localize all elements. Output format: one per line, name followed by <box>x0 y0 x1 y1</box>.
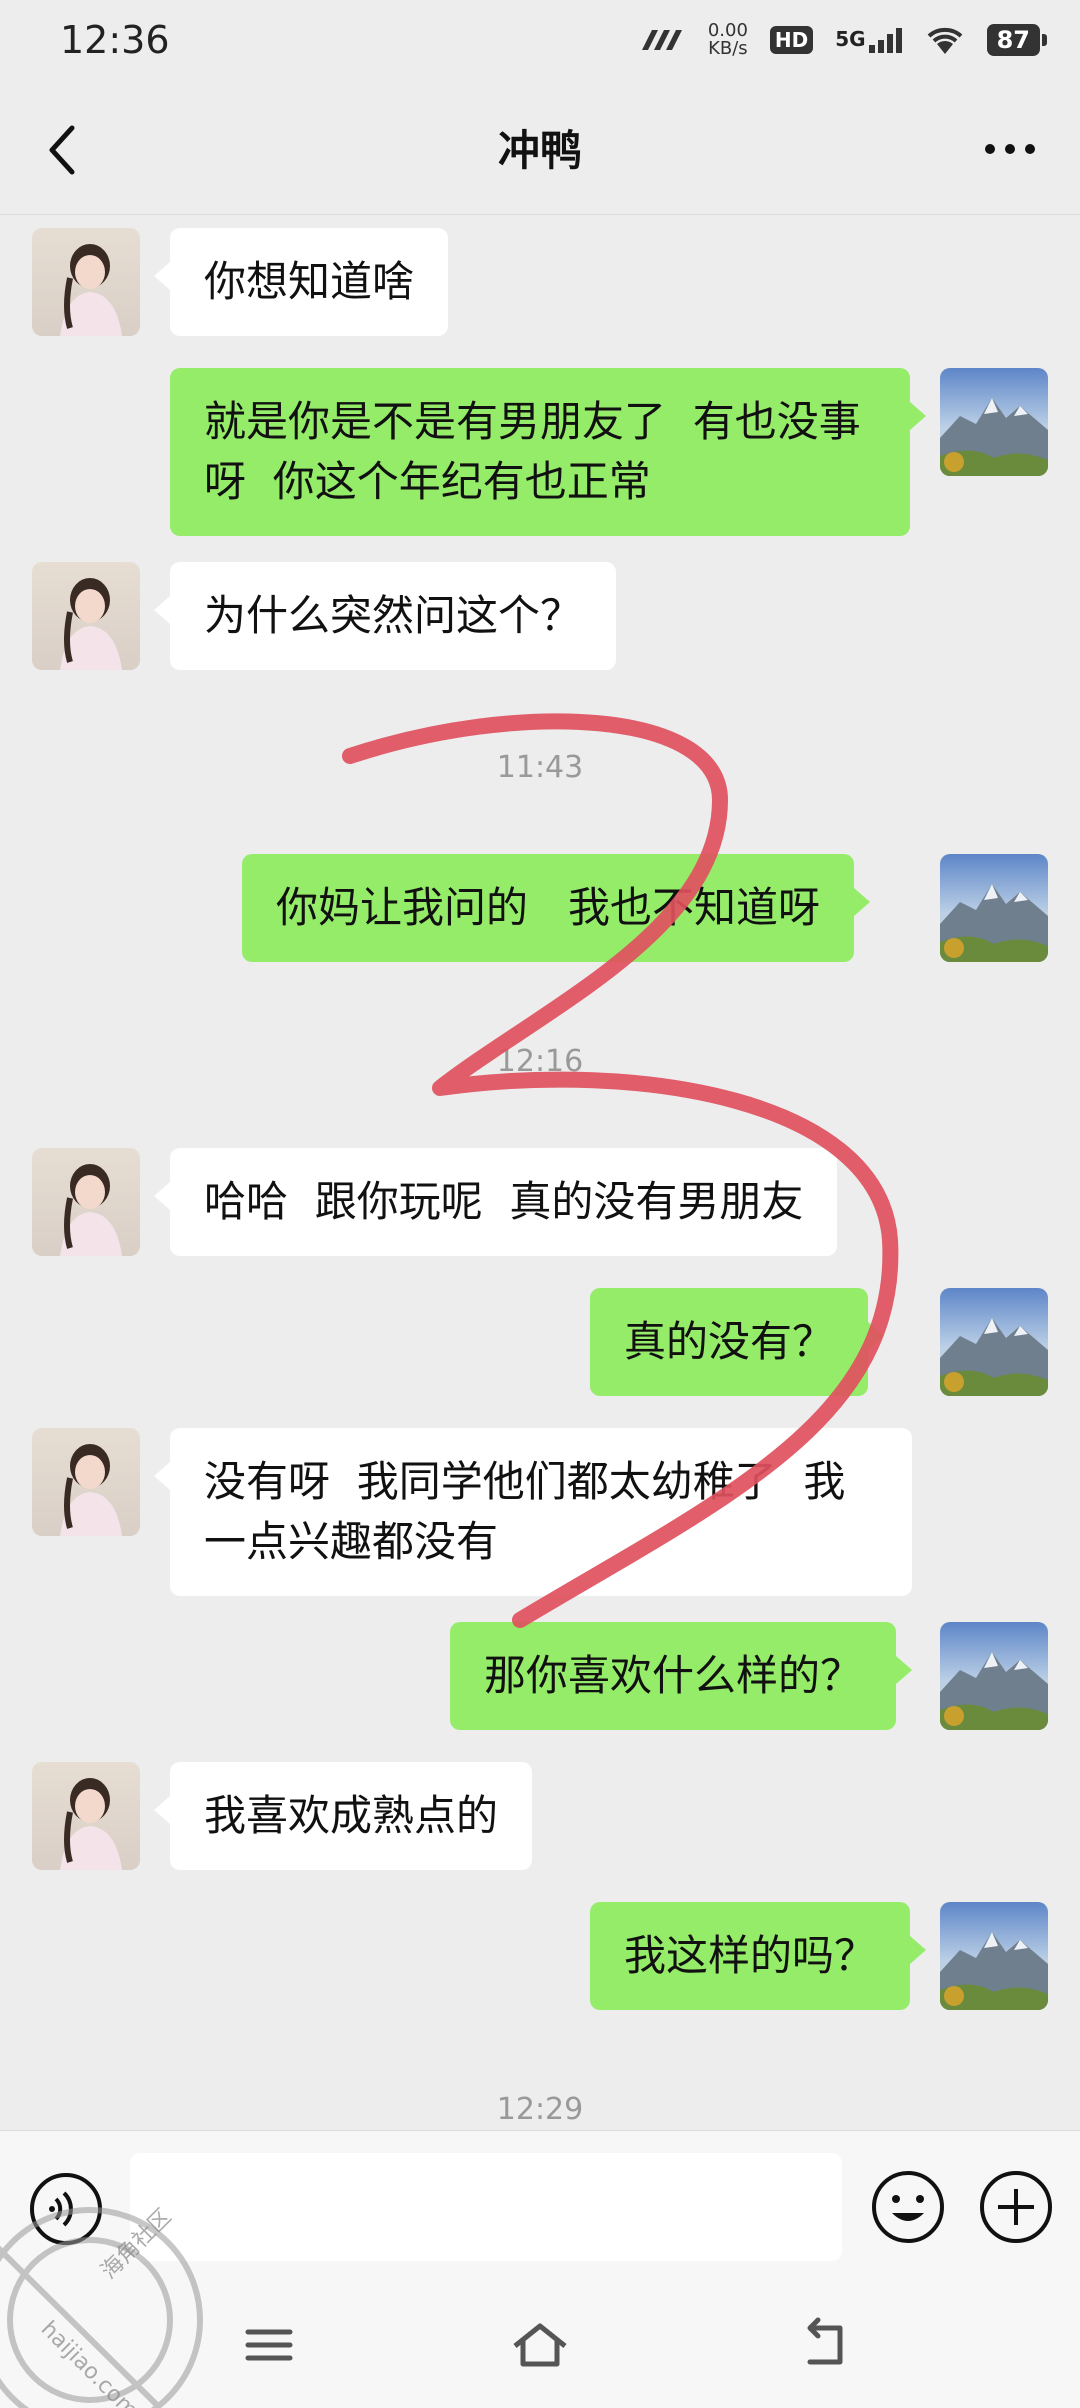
status-bar: 12:36 0.00 KB/s HD 5G 87 <box>0 0 1080 80</box>
contact-avatar[interactable] <box>32 1428 140 1536</box>
user-avatar[interactable] <box>940 854 1048 962</box>
contact-avatar[interactable] <box>32 228 140 336</box>
status-time: 12:36 <box>60 18 170 62</box>
message-bubble-received[interactable]: 我喜欢成熟点的 <box>153 1762 533 1870</box>
message-timestamp: 11:43 <box>496 750 584 785</box>
voice-input-icon[interactable] <box>28 2171 104 2247</box>
message-bubble-received[interactable]: 为什么突然问这个？ <box>153 562 617 670</box>
message-bubble-sent[interactable]: 就是你是不是有男朋友了 有也没事呀 你这个年纪有也正常 <box>170 368 926 536</box>
message-bubble-sent[interactable]: 我这样的吗？ <box>590 1902 927 2010</box>
home-icon[interactable] <box>505 2310 575 2380</box>
hd-badge: HD <box>769 26 814 54</box>
system-navigation-bar <box>0 2280 1080 2408</box>
message-bubble-received[interactable]: 哈哈 跟你玩呢 真的没有男朋友 <box>153 1148 838 1256</box>
status-icons: 0.00 KB/s HD 5G 87 <box>638 22 1048 58</box>
message-timestamp: 12:29 <box>496 2092 584 2127</box>
network-speed: 0.00 KB/s <box>708 22 748 58</box>
message-bubble-received[interactable]: 没有呀 我同学他们都太幼稚了 我一点兴趣都没有 <box>154 1428 912 1596</box>
network-speed-unit: KB/s <box>708 38 748 59</box>
add-attachment-icon[interactable] <box>978 2169 1054 2245</box>
battery-indicator: 87 <box>986 24 1048 56</box>
more-options-icon[interactable] <box>980 124 1040 174</box>
chat-header: 冲鸭 <box>0 80 1080 215</box>
message-bubble-sent[interactable]: 真的没有？ <box>590 1288 885 1396</box>
message-bubble-sent[interactable]: 那你喜欢什么样的？ <box>450 1622 913 1730</box>
user-avatar[interactable] <box>940 1622 1048 1730</box>
menu-icon[interactable] <box>234 2310 304 2380</box>
message-bubble-sent[interactable]: 你妈让我问的 我也不知道呀 <box>242 854 871 962</box>
cellular-5g-icon: 5G <box>835 27 902 53</box>
message-timestamp: 12:16 <box>496 1044 584 1079</box>
cell-bars-icon <box>868 28 902 53</box>
message-bubble-received[interactable]: 你想知道啥 <box>153 228 449 336</box>
contact-avatar[interactable] <box>32 562 140 670</box>
chat-title: 冲鸭 <box>497 125 582 175</box>
user-avatar[interactable] <box>940 368 1048 476</box>
back-arrow-icon[interactable] <box>40 120 90 180</box>
emoji-icon[interactable] <box>870 2169 946 2245</box>
signal-strength-icon <box>641 30 682 50</box>
user-avatar[interactable] <box>940 1288 1048 1396</box>
contact-avatar[interactable] <box>32 1148 140 1256</box>
message-input-bar <box>0 2130 1080 2280</box>
wifi-icon <box>927 27 962 54</box>
message-text-input[interactable] <box>130 2153 842 2261</box>
user-avatar[interactable] <box>940 1902 1048 2010</box>
contact-avatar[interactable] <box>32 1762 140 1870</box>
network-type-label: 5G <box>835 27 866 51</box>
back-icon[interactable] <box>790 2310 860 2380</box>
